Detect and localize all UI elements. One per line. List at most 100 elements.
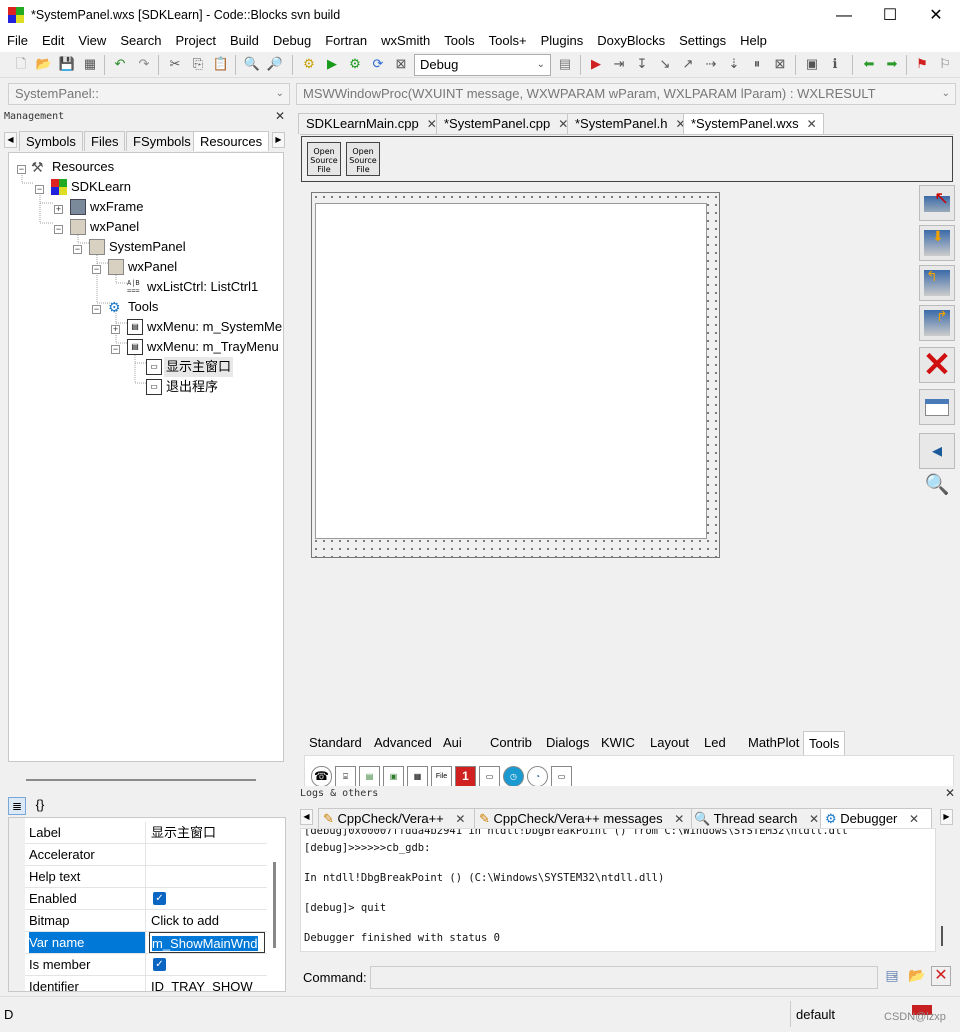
tab-debugger[interactable]: ⚙ Debugger ✕ <box>820 808 933 829</box>
palette-tab-tools[interactable]: Tools <box>803 731 846 755</box>
debugger-log[interactable]: [debug]0x00007ffdda4b2941 in ntdll!DbgBr… <box>300 828 936 952</box>
new-file-icon[interactable]: 🗋 <box>12 55 30 73</box>
vertical-scrollbar[interactable] <box>941 926 943 946</box>
menu-settings[interactable]: Settings <box>672 31 733 52</box>
rebuild-icon[interactable]: ⟳ <box>369 55 387 73</box>
scroll-left-icon[interactable]: ◀ <box>300 809 313 825</box>
property-value[interactable]: 显示主窗口 <box>151 822 267 843</box>
tree-node-tray-menu[interactable]: wxMenu: m_TrayMenu <box>147 337 279 357</box>
step-into-icon[interactable]: ↘ <box>656 55 674 73</box>
palette-tab-contrib[interactable]: Contrib <box>485 731 537 755</box>
select-target-icon[interactable]: ▤ <box>556 55 574 73</box>
open-source-file-button[interactable]: Open Source File <box>307 142 341 176</box>
next-bookmark-icon[interactable]: ⚐ <box>936 55 954 73</box>
clock-icon[interactable]: ◔ <box>527 766 548 787</box>
undo-icon[interactable]: ↶ <box>111 55 129 73</box>
collapse-toggle[interactable]: − <box>73 245 82 254</box>
step-out-icon[interactable]: ↗ <box>679 55 697 73</box>
redo-icon[interactable]: ↷ <box>135 55 153 73</box>
pause-icon[interactable]: ⏸ <box>748 55 766 73</box>
tab-sdklearnmain-cpp[interactable]: SDKLearnMain.cpp ✕ <box>298 113 444 134</box>
close-window-button[interactable]: ✕ <box>913 0 959 31</box>
taskbar-icon[interactable]: ⌸ <box>335 766 356 787</box>
palette-tab-mathplot[interactable]: MathPlot <box>743 731 804 755</box>
tree-node-listctrl[interactable]: wxListCtrl: ListCtrl1 <box>147 277 258 297</box>
file-history-icon[interactable]: File <box>431 766 452 787</box>
stopwatch-icon[interactable]: ◷ <box>503 766 524 787</box>
tab-resources[interactable]: Resources <box>193 131 270 151</box>
tree-node-wxpanel-child[interactable]: wxPanel <box>128 257 177 277</box>
vertical-scrollbar[interactable] <box>273 862 276 948</box>
quick-properties-icon[interactable]: ◂🔍 <box>919 433 955 496</box>
tab-thread-search[interactable]: 🔍 Thread search ✕ <box>691 808 833 829</box>
various-info-icon[interactable]: ℹ <box>826 55 844 73</box>
copy-icon[interactable]: ⎘ <box>189 55 207 73</box>
menu-wxsmith[interactable]: wxSmith <box>374 31 437 52</box>
insert-into-icon[interactable]: ⬇ <box>919 225 955 261</box>
menu-edit[interactable]: Edit <box>35 31 71 52</box>
stop-debug-icon[interactable]: ⊠ <box>771 55 789 73</box>
close-icon[interactable]: ✕ <box>809 809 819 829</box>
timer-icon[interactable]: ☎ <box>311 766 332 787</box>
property-value[interactable]: Click to add <box>151 910 267 931</box>
run-to-cursor-icon[interactable]: ⇥ <box>610 55 628 73</box>
notification-icon[interactable]: ▭ <box>551 766 572 787</box>
tree-node-wxpanel[interactable]: wxPanel <box>90 217 139 237</box>
next-line-icon[interactable]: ↧ <box>633 55 651 73</box>
palette-tab-kwic[interactable]: KWIC <box>596 731 640 755</box>
tab-fsymbols[interactable]: FSymbols <box>126 131 198 151</box>
tree-node-wxframe[interactable]: wxFrame <box>90 197 143 217</box>
delete-icon[interactable]: ✕ <box>919 347 955 383</box>
collapse-toggle[interactable]: − <box>92 265 101 274</box>
close-icon[interactable]: ✕ <box>275 109 285 124</box>
statusbar-icon[interactable]: ▤ <box>359 766 380 787</box>
abort-icon[interactable]: ⊠ <box>392 55 410 73</box>
tree-node-show-main-window[interactable]: 显示主窗口 <box>164 357 234 377</box>
var-name-input[interactable]: m_ShowMainWnd <box>149 932 265 953</box>
scope-select[interactable]: SystemPanel:: ⌄ <box>8 83 290 105</box>
debug-start-icon[interactable]: ▶ <box>587 55 605 73</box>
close-icon[interactable]: ✕ <box>807 114 817 134</box>
function-select[interactable]: MSWWindowProc(WXUINT message, WXWPARAM w… <box>296 83 956 105</box>
menu-help[interactable]: Help <box>733 31 774 52</box>
command-input[interactable]: ⌄ <box>370 966 899 989</box>
panel-preview[interactable] <box>315 203 707 539</box>
tab-symbols[interactable]: Symbols <box>19 131 83 151</box>
minimize-button[interactable]: — <box>821 0 867 31</box>
arrow-right-icon[interactable]: ➡ <box>883 55 901 73</box>
collapse-toggle[interactable]: − <box>54 225 63 234</box>
tab-files[interactable]: Files <box>84 131 126 151</box>
scroll-right-icon[interactable]: ▶ <box>940 809 953 825</box>
replace-icon[interactable]: 🔎 <box>266 55 284 73</box>
open-source-file-button[interactable]: Open Source File <box>346 142 380 176</box>
preview-pointer-icon[interactable]: ↖ <box>919 185 955 221</box>
collapse-toggle[interactable]: − <box>35 185 44 194</box>
tree-horizontal-scrollbar[interactable] <box>26 779 256 781</box>
menu-tools-plus[interactable]: Tools+ <box>482 31 534 52</box>
build-and-run-icon[interactable]: ⚙ <box>346 55 364 73</box>
palette-tab-aui[interactable]: Aui <box>438 731 467 755</box>
properties-tab-icon[interactable]: ≣ <box>8 797 26 815</box>
step-instruction-icon[interactable]: ⇣ <box>725 55 743 73</box>
next-instruction-icon[interactable]: ⇢ <box>702 55 720 73</box>
menu-doxyblocks[interactable]: DoxyBlocks <box>590 31 672 52</box>
close-icon[interactable]: ✕ <box>909 809 919 829</box>
tab-cppcheck[interactable]: ✎ CppCheck/Vera++ ✕ <box>318 808 479 828</box>
toolbar-icon[interactable]: ▣ <box>383 766 404 787</box>
single-instance-icon[interactable]: 1 <box>455 766 476 787</box>
tree-node-exit-program[interactable]: 退出程序 <box>166 377 218 397</box>
menu-debug[interactable]: Debug <box>266 31 318 52</box>
save-all-icon[interactable]: ▦ <box>81 55 99 73</box>
build-target-select[interactable]: Debug ⌄ <box>414 54 551 76</box>
property-value[interactable]: ID_TRAY_SHOW <box>151 976 267 991</box>
menu-fortran[interactable]: Fortran <box>318 31 374 52</box>
bookmark-flag-icon[interactable]: ⚑ <box>913 55 931 73</box>
show-preview-icon[interactable] <box>919 389 955 425</box>
menu-project[interactable]: Project <box>169 31 223 52</box>
html-easyprint-icon[interactable]: ▭ <box>479 766 500 787</box>
property-value[interactable] <box>151 844 267 865</box>
clear-icon[interactable]: ✕ <box>931 966 951 986</box>
close-icon[interactable]: ✕ <box>674 809 684 829</box>
insert-before-icon[interactable]: ↰ <box>919 265 955 301</box>
find-icon[interactable]: 🔍 <box>243 55 261 73</box>
